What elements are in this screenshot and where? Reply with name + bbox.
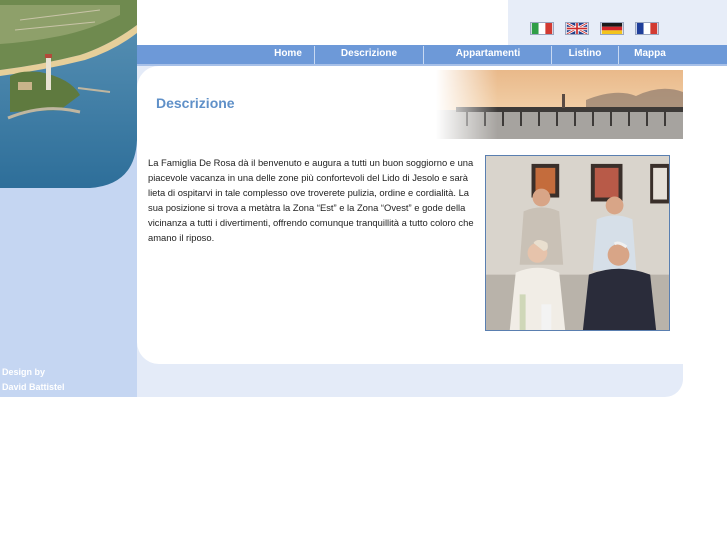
nav-divider: [314, 46, 315, 64]
nav-mappa[interactable]: Mappa: [627, 45, 673, 66]
nav-divider: [423, 46, 424, 64]
aerial-beach-photo: [0, 0, 137, 188]
credit-line-2: David Battistel: [2, 382, 65, 392]
description-text: La Famiglia De Rosa dà il benvenuto e au…: [148, 157, 474, 243]
nav-divider: [551, 46, 552, 64]
family-photo: [485, 155, 670, 331]
page-title: Descrizione: [156, 95, 235, 111]
nav-appartamenti[interactable]: Appartamenti: [447, 45, 529, 66]
german-flag-icon[interactable]: [600, 22, 624, 35]
main-nav: Home Descrizione Appartamenti Listino Ma…: [137, 45, 727, 66]
pier-sunset-photo: [436, 70, 683, 139]
nav-divider: [618, 46, 619, 64]
design-credit: Design by David Battistel: [2, 365, 65, 395]
english-flag-icon[interactable]: [565, 22, 589, 35]
credit-line-1: Design by: [2, 367, 46, 377]
language-flags: [530, 22, 659, 36]
italian-flag-icon[interactable]: [530, 22, 554, 35]
nav-descrizione[interactable]: Descrizione: [334, 45, 404, 66]
nav-home[interactable]: Home: [265, 45, 311, 66]
nav-listino[interactable]: Listino: [562, 45, 608, 66]
french-flag-icon[interactable]: [635, 22, 659, 35]
